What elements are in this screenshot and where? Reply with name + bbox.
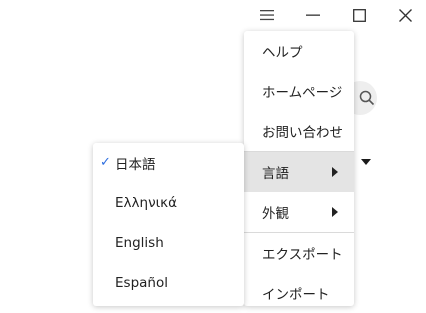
menu-item-label: 言語 [262, 166, 289, 182]
menu-item-help[interactable]: ヘルプ [244, 31, 354, 71]
menu-item-homepage[interactable]: ホームページ [244, 71, 354, 111]
menu-item-contact[interactable]: お問い合わせ [244, 111, 354, 151]
search-icon [359, 90, 375, 106]
minimize-button[interactable] [301, 4, 325, 26]
menu-item-label: ホームページ [262, 85, 343, 101]
menu-item-label: インポート [262, 287, 330, 303]
checkmark-icon: ✓ [100, 155, 111, 170]
language-item-spanish[interactable]: Español [93, 263, 244, 303]
language-submenu: ✓ 日本語 Ελληνικά English Español [93, 143, 244, 306]
maximize-button[interactable] [347, 4, 371, 26]
submenu-arrow-icon [332, 207, 338, 217]
language-item-label: Ελληνικά [115, 195, 178, 211]
menu-item-label: お問い合わせ [262, 125, 343, 141]
close-icon [398, 8, 412, 22]
submenu-arrow-icon [332, 167, 338, 177]
menu-item-import[interactable]: インポート [244, 273, 354, 313]
language-item-japanese[interactable]: ✓ 日本語 [93, 143, 244, 183]
language-item-label: 日本語 [115, 157, 156, 173]
main-menu: ヘルプ ホームページ お問い合わせ 言語 外観 エクスポート インポート [244, 31, 354, 306]
language-item-english[interactable]: English [93, 223, 244, 263]
menu-item-language[interactable]: 言語 [244, 152, 354, 192]
menu-item-label: ヘルプ [262, 45, 303, 61]
menu-item-label: 外観 [262, 206, 289, 222]
caret-down-icon[interactable] [361, 159, 371, 165]
minimize-icon [306, 14, 320, 16]
language-item-label: Español [115, 275, 168, 291]
menu-button[interactable] [255, 4, 279, 26]
language-item-greek[interactable]: Ελληνικά [93, 183, 244, 223]
menu-item-export[interactable]: エクスポート [244, 233, 354, 273]
close-button[interactable] [393, 4, 417, 26]
menu-item-label: エクスポート [262, 247, 343, 263]
menu-item-appearance[interactable]: 外観 [244, 192, 354, 232]
language-item-label: English [115, 235, 164, 251]
hamburger-menu-icon [260, 10, 274, 21]
maximize-icon [352, 8, 366, 22]
